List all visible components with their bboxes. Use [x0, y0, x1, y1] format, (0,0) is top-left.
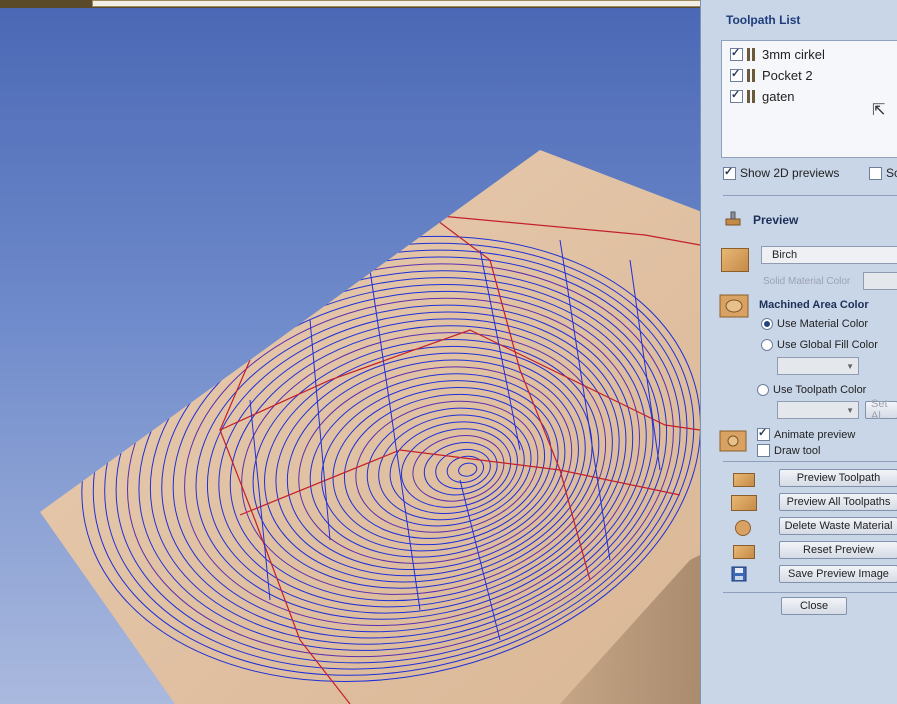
secondary-option[interactable]: Sc — [869, 166, 897, 180]
use-toolpath-color-label: Use Toolpath Color — [773, 384, 867, 396]
show-2d-previews-option[interactable]: Show 2D previews — [723, 165, 840, 180]
preview-all-toolpaths-button[interactable]: Preview All Toolpaths — [779, 493, 897, 511]
tool-icon — [747, 89, 757, 103]
close-button[interactable]: Close — [781, 597, 847, 615]
chevron-down-icon: ▼ — [846, 361, 854, 371]
tool-icon — [747, 68, 757, 82]
global-fill-color-select[interactable]: ▼ — [777, 357, 859, 375]
toolpath-item-3[interactable]: gaten — [730, 87, 795, 105]
tool-icon — [747, 47, 757, 61]
use-material-color-option[interactable]: Use Material Color — [761, 318, 868, 330]
divider — [723, 195, 897, 196]
solid-material-color-label: Solid Material Color — [763, 276, 851, 287]
wood-material-icon — [721, 248, 749, 272]
3d-viewport[interactable] — [0, 0, 710, 704]
right-panel: Toolpath List 3mm cirkel Pocket 2 gaten … — [700, 0, 897, 704]
toolpath-item-1[interactable]: 3mm cirkel — [730, 45, 825, 63]
use-global-fill-option[interactable]: Use Global Fill Color — [761, 339, 878, 351]
reset-preview-button[interactable]: Reset Preview — [779, 541, 897, 559]
animate-preview-checkbox[interactable] — [757, 426, 770, 441]
machined-area-title: Machined Area Color — [759, 299, 869, 311]
animate-icon — [719, 430, 747, 452]
use-toolpath-color-option[interactable]: Use Toolpath Color — [757, 384, 866, 396]
use-toolpath-color-radio[interactable] — [757, 384, 769, 396]
secondary-checkbox[interactable] — [869, 166, 882, 180]
secondary-label: Sc — [886, 166, 897, 180]
save-preview-image-button[interactable]: Save Preview Image — [779, 565, 897, 583]
toolpath-label-1: 3mm cirkel — [762, 46, 825, 62]
delete-waste-material-button[interactable]: Delete Waste Material — [779, 517, 897, 535]
toolpath-item-2[interactable]: Pocket 2 — [730, 66, 813, 84]
toolpath-label-3: gaten — [762, 88, 795, 104]
delete-waste-icon — [735, 520, 751, 536]
toolpath-list-title: Toolpath List — [726, 13, 801, 27]
preview-icon — [725, 210, 741, 226]
animate-preview-option[interactable]: Animate preview — [757, 426, 856, 441]
mouse-cursor-icon: ⇱ — [872, 102, 886, 119]
use-global-fill-label: Use Global Fill Color — [777, 339, 878, 351]
toolpath-list[interactable]: 3mm cirkel Pocket 2 gaten — [721, 40, 897, 158]
preview-all-icon — [731, 495, 757, 511]
divider — [723, 592, 897, 593]
use-material-color-radio[interactable] — [761, 318, 773, 330]
animate-preview-label: Animate preview — [774, 428, 856, 441]
wood-block-top — [40, 150, 710, 704]
toolpath-checkbox-2[interactable] — [730, 67, 743, 82]
preview-toolpath-icon — [733, 473, 755, 487]
toolpath-checkbox-1[interactable] — [730, 46, 743, 61]
toolpath-label-2: Pocket 2 — [762, 67, 813, 83]
show-2d-previews-checkbox[interactable] — [723, 165, 736, 180]
preview-render — [40, 150, 710, 704]
toolpath-checkbox-3[interactable] — [730, 88, 743, 103]
preview-toolpath-button[interactable]: Preview Toolpath — [779, 469, 897, 487]
show-2d-previews-label: Show 2D previews — [740, 166, 840, 180]
divider — [723, 461, 897, 462]
preview-title: Preview — [753, 213, 799, 227]
toolpath-color-select[interactable]: ▼ — [777, 401, 859, 419]
draw-tool-checkbox[interactable] — [757, 444, 770, 457]
use-global-fill-radio[interactable] — [761, 339, 773, 351]
draw-tool-option[interactable]: Draw tool — [757, 444, 820, 457]
chevron-down-icon: ▼ — [846, 405, 854, 415]
draw-tool-label: Draw tool — [774, 444, 821, 457]
solid-material-color-swatch[interactable] — [863, 272, 897, 290]
use-material-color-label: Use Material Color — [777, 318, 869, 330]
machined-area-icon — [719, 294, 749, 318]
reset-preview-icon — [733, 545, 755, 559]
material-select[interactable]: Birch — [761, 246, 897, 264]
material-value: Birch — [772, 249, 798, 261]
set-all-button[interactable]: Set Al — [865, 398, 897, 422]
save-icon — [731, 566, 747, 582]
